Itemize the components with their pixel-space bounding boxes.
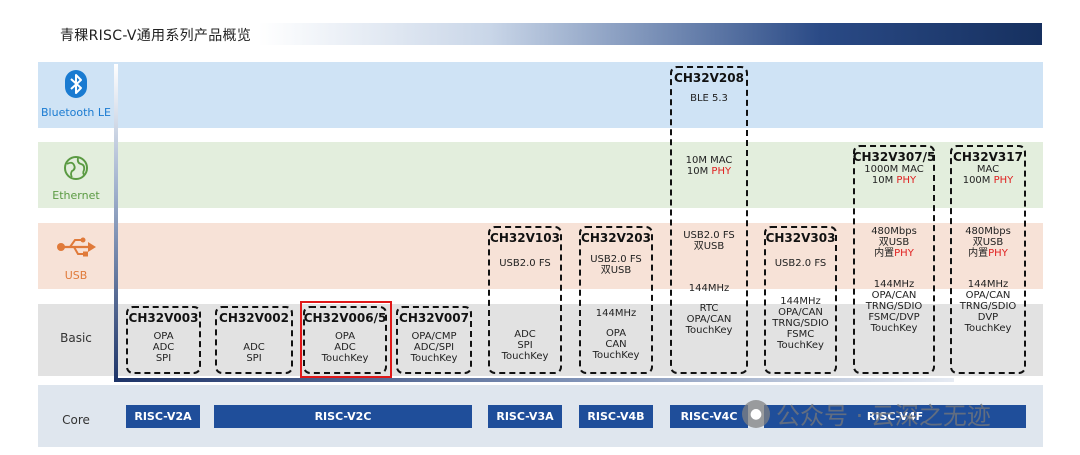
chip-name: CH32V103: [490, 231, 560, 245]
feature: 480Mbps: [965, 226, 1011, 237]
chip-ch32v103: CH32V103 USB2.0 FS ADC SPI TouchKey: [488, 226, 562, 374]
feature: 144MHz: [873, 279, 915, 290]
feature: OPA/CAN: [965, 290, 1011, 301]
feature: TRNG/SDIO: [772, 318, 829, 329]
feature: TouchKey: [685, 325, 733, 336]
chip-ch32v307-5: CH32V307/5 1000M MAC 10M PHY 480Mbps 双US…: [853, 145, 935, 374]
watermark: ● 公众号 · 云深之无迹: [742, 396, 991, 431]
chip-name: CH32V307/5: [852, 150, 936, 164]
feature: ADC: [152, 342, 175, 353]
feature: TouchKey: [410, 353, 458, 364]
feature: 144MHz: [967, 279, 1009, 290]
watermark-text: 公众号 · 云深之无迹: [776, 402, 991, 430]
feature: 双USB: [972, 237, 1004, 248]
feature-phy: 内置PHY: [968, 248, 1008, 259]
core-risc-v4c: RISC-V4C: [670, 405, 748, 428]
feature: OPA: [605, 328, 627, 339]
chip-ch32v208: CH32V208 BLE 5.3 10M MAC 10M PHY USB2.0 …: [670, 66, 748, 374]
feature: TouchKey: [501, 351, 549, 362]
chip-ch32v002: CH32V002 ADC SPI: [215, 306, 293, 374]
feature: OPA/CAN: [871, 290, 917, 301]
feature: OPA/CAN: [778, 307, 823, 318]
feature: SPI: [155, 353, 172, 364]
wechat-icon: ●: [742, 399, 770, 428]
feature: OPA: [153, 331, 174, 342]
feature-phy: 10M PHY: [686, 166, 732, 177]
feature: TouchKey: [777, 340, 824, 351]
feature: TouchKey: [964, 323, 1012, 334]
ethernet-globe-icon: [38, 155, 114, 181]
axis-horizontal: [114, 378, 954, 382]
row-bluetooth-le: [38, 62, 1043, 128]
highlight-box: [300, 301, 392, 378]
feature: SPI: [246, 353, 262, 364]
feature: USB2.0 FS: [499, 258, 551, 269]
feature: 10M MAC: [685, 155, 733, 166]
feature-phy: 内置PHY: [874, 248, 914, 259]
feature: ADC: [243, 342, 265, 353]
bluetooth-icon: [38, 70, 114, 98]
chip-name: CH32V208: [674, 71, 744, 85]
row-label-bluetooth: Bluetooth LE: [41, 106, 111, 119]
feature: MAC: [976, 164, 1000, 175]
feature-phy: 100M PHY: [962, 175, 1014, 186]
feature: BLE 5.3: [690, 93, 728, 104]
chip-name: CH32V002: [219, 311, 289, 325]
feature: CAN: [605, 339, 627, 350]
row-label-basic: Basic: [60, 331, 92, 345]
feature: USB2.0 FS: [683, 230, 735, 241]
feature: USB2.0 FS: [774, 258, 827, 269]
feature: RTC: [699, 303, 719, 314]
page-title: 青稞RISC-V通用系列产品概览: [60, 28, 252, 44]
feature: OPA/CMP: [411, 331, 457, 342]
chip-ch32v317: CH32V317 MAC 100M PHY 480Mbps 双USB 内置PHY…: [950, 145, 1026, 374]
chip-name: CH32V303: [765, 231, 836, 245]
chip-ch32v003: CH32V003 OPA ADC SPI: [126, 306, 201, 374]
chip-ch32v303: CH32V303 USB2.0 FS 144MHz OPA/CAN TRNG/S…: [764, 226, 837, 374]
product-overview-diagram: 青稞RISC-V通用系列产品概览 Bluetooth LE Ethernet U…: [0, 0, 1080, 455]
feature: 1000M MAC: [864, 164, 924, 175]
feature: FSMC: [786, 329, 815, 340]
chip-ch32v007: CH32V007 OPA/CMP ADC/SPI TouchKey: [396, 306, 472, 374]
feature: ADC/SPI: [413, 342, 455, 353]
chip-ch32v203: CH32V203 USB2.0 FS 双USB 144MHz OPA CAN T…: [579, 226, 653, 374]
feature: USB2.0 FS: [590, 254, 642, 265]
core-risc-v4b: RISC-V4B: [579, 405, 653, 428]
chip-name: CH32V007: [399, 311, 469, 325]
feature: 480Mbps: [871, 226, 917, 237]
chip-name: CH32V203: [581, 231, 651, 245]
usb-icon: [38, 236, 114, 258]
feature: 双USB: [600, 265, 632, 276]
core-risc-v2c: RISC-V2C: [214, 405, 472, 428]
feature-phy: 10M PHY: [871, 175, 917, 186]
feature: 双USB: [878, 237, 910, 248]
chip-name: CH32V317: [953, 150, 1023, 164]
feature: 144MHz: [780, 296, 821, 307]
feature: SPI: [517, 340, 533, 351]
feature: TouchKey: [592, 350, 640, 361]
core-risc-v3a: RISC-V3A: [488, 405, 562, 428]
feature: TRNG/SDIO: [865, 301, 923, 312]
feature: 144MHz: [688, 283, 730, 294]
core-risc-v2a: RISC-V2A: [126, 405, 200, 428]
feature: DVP: [977, 312, 999, 323]
feature: TouchKey: [870, 323, 918, 334]
chip-name: CH32V003: [128, 311, 199, 325]
feature: 双USB: [693, 241, 725, 252]
row-label-core: Core: [62, 413, 90, 427]
feature: 144MHz: [595, 308, 637, 319]
feature: TRNG/SDIO: [959, 301, 1017, 312]
feature: FSMC/DVP: [868, 312, 920, 323]
row-label-ethernet: Ethernet: [52, 189, 100, 202]
axis-vertical: [114, 64, 118, 382]
feature: ADC: [514, 329, 536, 340]
feature: OPA/CAN: [686, 314, 732, 325]
row-label-usb: USB: [64, 269, 88, 282]
